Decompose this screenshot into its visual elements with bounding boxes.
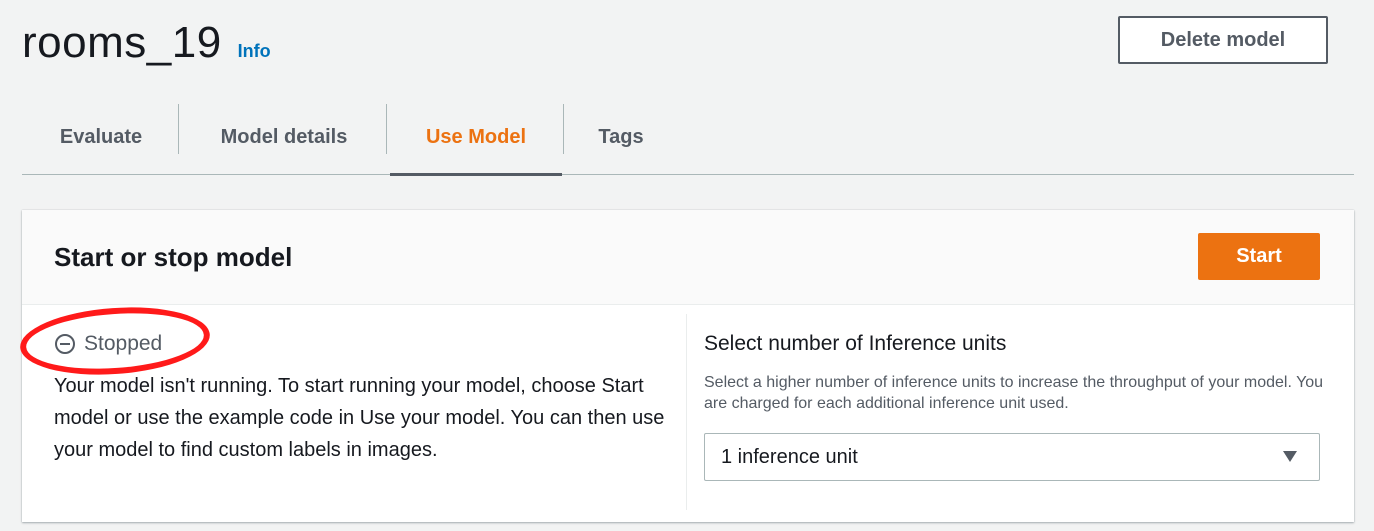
start-stop-panel: Start or stop model Start Stopped Your m… xyxy=(17,210,1354,522)
inference-units-select[interactable]: 1 inference unit xyxy=(704,433,1320,481)
tab-bar: Evaluate Model details Use Model Tags xyxy=(22,100,1354,176)
inference-units-value: 1 inference unit xyxy=(721,445,858,468)
status-label: Stopped xyxy=(84,332,163,355)
tab-model-details[interactable]: Model details xyxy=(180,100,388,174)
tab-separator xyxy=(178,104,179,154)
panel-header: Start or stop model Start xyxy=(22,210,1354,305)
panel-title: Start or stop model xyxy=(54,242,293,272)
inference-units-label: Select number of Inference units xyxy=(704,332,1007,355)
info-link[interactable]: Info xyxy=(238,41,271,62)
column-divider xyxy=(686,314,687,510)
caret-down-icon xyxy=(1283,451,1297,462)
tab-separator xyxy=(386,104,387,154)
status-description: Your model isn't running. To start runni… xyxy=(54,375,665,461)
page-header: rooms_19 Info xyxy=(22,18,271,68)
status-indicator: Stopped xyxy=(54,332,162,356)
page-title: rooms_19 xyxy=(22,18,222,67)
delete-model-button[interactable]: Delete model xyxy=(1118,16,1328,64)
stopped-circle-icon xyxy=(55,334,75,354)
tab-tags[interactable]: Tags xyxy=(564,100,678,174)
inference-units-description: Select a higher number of inference unit… xyxy=(704,374,1324,412)
tab-evaluate[interactable]: Evaluate xyxy=(22,100,180,174)
tab-use-model[interactable]: Use Model xyxy=(390,100,562,176)
start-button[interactable]: Start xyxy=(1198,233,1320,280)
